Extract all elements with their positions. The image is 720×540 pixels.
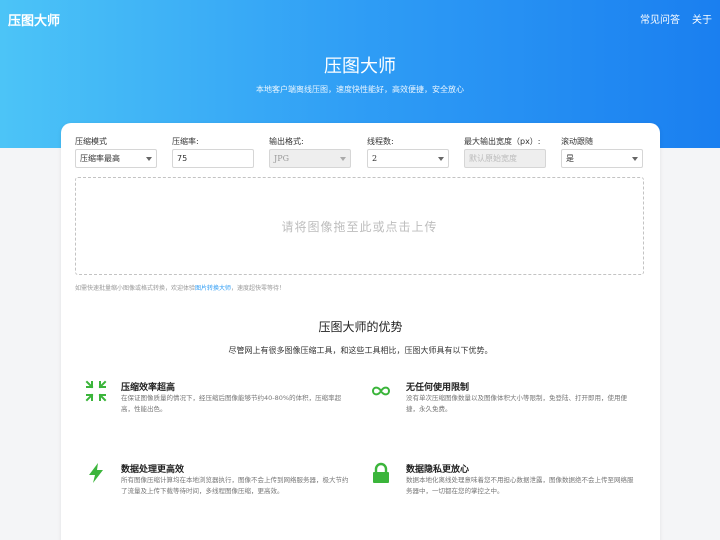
ratio-option: 压缩率: 75 (172, 137, 254, 168)
feature-desc: 在保证图像质量的情况下，经压缩后图像能够节约40-80%的体积，压缩率超高，性能… (121, 394, 342, 413)
infinity-icon (371, 386, 391, 396)
ratio-label: 压缩率: (172, 137, 199, 146)
nav-faq-link[interactable]: 常见问答 (640, 11, 680, 26)
maxwidth-input[interactable]: 默认原始宽度 (464, 149, 546, 168)
compress-arrows-icon (85, 380, 107, 402)
chevron-down-icon (632, 157, 638, 161)
format-select[interactable]: JPG (269, 149, 351, 168)
nav-about-link[interactable]: 关于 (692, 11, 712, 26)
hero-subtitle: 本地客户端离线压图，速度快性能好，高效便捷，安全放心 (256, 85, 464, 94)
note-text-after: ，速度超快零等待！ (231, 285, 286, 292)
mode-label: 压缩模式 (75, 137, 107, 146)
logo[interactable]: 压图大师 (8, 10, 60, 29)
format-option: 输出格式: JPG (269, 137, 351, 168)
follow-select[interactable]: 是 (561, 149, 643, 168)
feature-desc: 数据本地化离线处理意味着您不用担心数据泄露，图像数据绝不会上传至网络服务器中，一… (406, 476, 634, 495)
feature-title: 压缩效率超高 (121, 383, 176, 393)
options-bar: 压缩模式 压缩率最高 压缩率: 75 输出格式: JPG 线程数: 2 最大输出… (75, 137, 645, 173)
maxwidth-label: 最大输出宽度（px）: (464, 137, 541, 146)
hero-title: 压图大师 (324, 56, 396, 77)
threads-select[interactable]: 2 (367, 149, 449, 168)
ratio-value: 75 (177, 154, 188, 163)
feature-desc: 没有单次压缩图像数量以及图像体积大小等限制，免登陆、打开即用，使用便捷，永久免费… (406, 394, 627, 413)
maxwidth-option: 最大输出宽度（px）: 默认原始宽度 (464, 137, 546, 168)
feature-desc: 所有图像压缩计算均在本地浏览器执行，图像不会上传到网络服务器，极大节约了流量及上… (121, 476, 349, 495)
mode-option: 压缩模式 压缩率最高 (75, 137, 157, 168)
dropzone-text: 请将图像拖至此或点击上传 (281, 219, 438, 234)
note-text-before: 如需快速批量缩小图像或格式转换，欢迎体验 (75, 285, 196, 292)
follow-label: 滚动跟随 (561, 137, 593, 146)
upload-dropzone[interactable]: 请将图像拖至此或点击上传 (75, 177, 644, 275)
feature-title: 数据隐私更放心 (406, 465, 470, 475)
feature-title: 无任何使用限制 (406, 383, 470, 393)
image-convert-link[interactable]: 图片转换大师 (195, 285, 231, 292)
lock-icon (373, 462, 389, 483)
follow-option: 滚动跟随 是 (561, 137, 643, 168)
mode-select[interactable]: 压缩率最高 (75, 149, 157, 168)
format-value: JPG (274, 154, 289, 163)
feature-title: 数据处理更高效 (121, 465, 185, 475)
top-nav: 常见问答 关于 (640, 11, 712, 26)
main-card: 压缩模式 压缩率最高 压缩率: 75 输出格式: JPG 线程数: 2 最大输出… (61, 123, 660, 540)
format-label: 输出格式: (269, 137, 304, 146)
chevron-down-icon (146, 157, 152, 161)
ratio-input[interactable]: 75 (172, 149, 254, 168)
maxwidth-placeholder: 默认原始宽度 (469, 154, 517, 163)
promo-note: 如需快速批量缩小图像或格式转换，欢迎体验图片转换大师，速度超快零等待！ (75, 283, 285, 292)
mode-value: 压缩率最高 (80, 154, 120, 163)
advantages-subtitle: 尽管网上有很多图像压缩工具，和这些工具相比，压图大师具有以下优势。 (228, 346, 493, 355)
lightning-icon (89, 463, 103, 483)
chevron-down-icon (438, 157, 444, 161)
advantages-title: 压图大师的优势 (318, 320, 403, 334)
threads-label: 线程数: (367, 137, 394, 146)
threads-value: 2 (372, 154, 378, 163)
follow-value: 是 (566, 154, 574, 163)
threads-option: 线程数: 2 (367, 137, 449, 168)
chevron-down-icon (340, 157, 346, 161)
